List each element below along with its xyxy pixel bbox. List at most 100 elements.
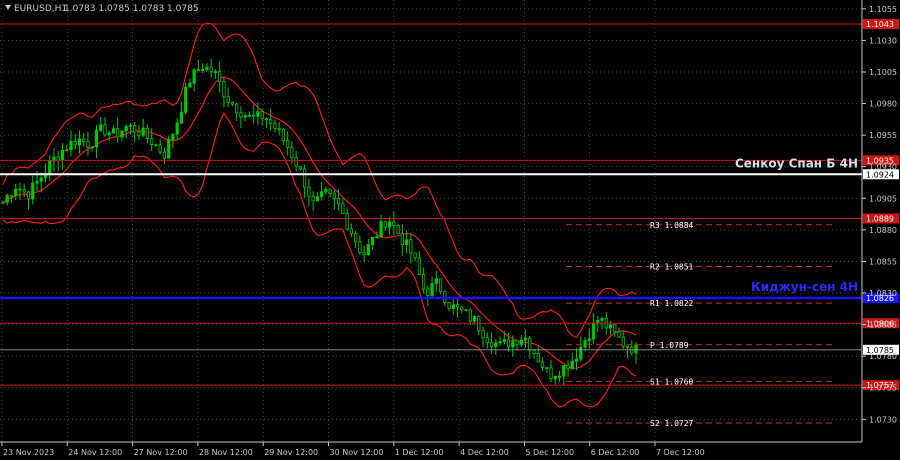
candle-body <box>5 195 9 203</box>
candle-body <box>120 130 124 138</box>
x-tick-label: 23 Nov 2023 <box>3 448 54 457</box>
candle-body <box>179 111 184 124</box>
candle-body <box>328 188 332 194</box>
x-tick-label: 4 Dec 12:00 <box>460 448 509 457</box>
candle-body <box>579 346 583 360</box>
candle-body <box>69 140 73 151</box>
candle-body <box>192 69 196 84</box>
candle-body <box>574 358 579 362</box>
y-tick-label: 1.0880 <box>869 226 897 235</box>
candle-body <box>103 124 107 136</box>
candle-body <box>447 302 451 310</box>
candle-body <box>583 340 587 348</box>
y-tick-label: 1.0780 <box>869 352 897 361</box>
candle-body <box>485 337 489 344</box>
candle-body <box>65 149 69 152</box>
candle-body <box>307 186 311 197</box>
candle-body <box>536 353 540 363</box>
candle-body <box>489 342 494 347</box>
candle-body <box>621 336 625 347</box>
candle-body <box>320 191 324 198</box>
candle-body <box>60 150 65 161</box>
candle-body <box>451 304 455 310</box>
candle-body <box>396 225 400 235</box>
candle-body <box>239 112 243 118</box>
x-tick-label: 28 Nov 12:00 <box>199 448 253 457</box>
candle-body <box>557 375 562 378</box>
candle-body <box>150 138 154 146</box>
level-tag-label: 1.0889 <box>866 214 894 223</box>
candle-body <box>73 140 77 146</box>
candle-body <box>26 191 31 200</box>
candle-body <box>362 252 366 256</box>
candle-body <box>315 196 319 202</box>
candle-body <box>613 324 617 333</box>
candle-body <box>570 360 574 370</box>
candle-body <box>413 252 417 259</box>
candle-body <box>99 124 103 131</box>
candle-body <box>226 96 230 103</box>
candle-body <box>502 339 506 343</box>
y-tick-label: 1.0805 <box>869 321 897 330</box>
price-chart: 1.10431.09351.0924Сенкоу Спан Б 4Н1.0889… <box>0 0 900 460</box>
candle-body <box>404 239 409 246</box>
x-tick-label: 30 Nov 12:00 <box>330 448 384 457</box>
candle-body <box>311 195 315 202</box>
candle-body <box>545 367 549 370</box>
candle-body <box>617 331 621 338</box>
candle-body <box>528 337 532 351</box>
candle-body <box>379 221 383 238</box>
pivot-label: S2 1.0727 <box>650 419 694 428</box>
y-tick-label: 1.0955 <box>869 131 897 140</box>
candle-body <box>167 139 171 159</box>
level-caption: Киджун-сен 4Н <box>751 280 858 294</box>
candle-body <box>162 151 167 159</box>
candle-body <box>175 122 179 135</box>
candle-body <box>600 318 604 321</box>
pivot-label: R3 1.0884 <box>650 221 694 230</box>
candle-body <box>188 82 192 88</box>
candle-body <box>260 111 264 120</box>
candle-body <box>494 342 498 347</box>
candle-body <box>358 241 362 253</box>
candle-body <box>31 182 35 200</box>
candle-body <box>540 361 545 369</box>
candle-body <box>286 140 290 148</box>
candle-body <box>587 338 591 341</box>
candle-body <box>145 127 150 139</box>
x-tick-label: 6 Dec 12:00 <box>591 448 640 457</box>
candle-body <box>171 133 175 141</box>
candle-body <box>409 239 413 254</box>
candle-body <box>392 221 396 226</box>
candle-body <box>14 188 18 197</box>
candle-body <box>18 188 22 191</box>
candle-body <box>460 306 464 311</box>
candle-body <box>213 71 218 73</box>
candle-body <box>222 81 226 98</box>
candle-body <box>511 340 515 348</box>
candle-body <box>158 144 162 153</box>
pivot-label: R1 1.0822 <box>650 299 694 308</box>
candle-body <box>481 330 485 339</box>
candle-body <box>230 102 235 105</box>
candle-body <box>438 278 443 293</box>
candle-body <box>128 125 133 127</box>
y-tick-label: 1.0855 <box>869 257 897 266</box>
candle-body <box>294 157 298 168</box>
candle-body <box>596 319 600 324</box>
candle-body <box>111 128 116 134</box>
candle-body <box>256 111 260 117</box>
y-tick-label: 1.1005 <box>869 68 897 77</box>
candle-body <box>472 316 477 322</box>
x-tick-label: 5 Dec 12:00 <box>525 448 574 457</box>
candle-body <box>94 129 99 148</box>
candle-body <box>218 71 222 82</box>
candle-body <box>252 114 256 117</box>
y-tick-label: 1.0830 <box>869 289 897 298</box>
candle-body <box>281 128 285 142</box>
candle-body <box>56 156 60 161</box>
candle-body <box>116 128 120 138</box>
chart-header: EURUSD,H1 1.0783 1.0785 1.0783 1.0785 <box>5 4 199 14</box>
candle-body <box>22 189 26 193</box>
candle-body <box>235 103 239 114</box>
